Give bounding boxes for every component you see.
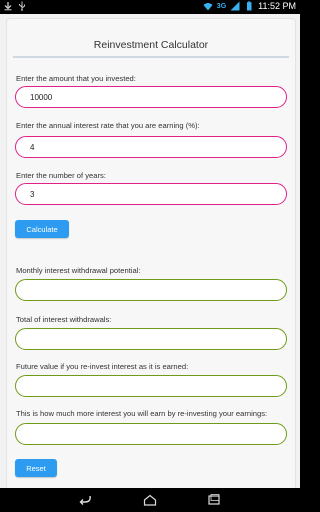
- clock: 11:52 PM: [258, 1, 296, 11]
- battery-icon: [247, 1, 252, 11]
- years-label: Enter the number of years:: [16, 171, 106, 180]
- title-divider: [13, 56, 289, 58]
- monthly-withdrawal-output[interactable]: [15, 279, 287, 301]
- years-value: 3: [30, 190, 35, 199]
- monthly-withdrawal-label: Monthly interest withdrawal potential:: [16, 266, 141, 275]
- years-input[interactable]: 3: [15, 183, 287, 205]
- home-icon[interactable]: [143, 494, 157, 506]
- wifi-icon: [203, 3, 213, 11]
- extra-interest-output[interactable]: [15, 423, 287, 445]
- interest-rate-value: 4: [30, 143, 35, 152]
- future-value-label: Future value if you re-invest interest a…: [16, 362, 189, 371]
- amount-input[interactable]: 10000: [15, 86, 287, 108]
- app-screen: Reinvestment Calculator Enter the amount…: [0, 14, 300, 500]
- amount-value: 10000: [30, 93, 53, 102]
- future-value-output[interactable]: [15, 375, 287, 397]
- recents-icon[interactable]: [207, 494, 221, 506]
- amount-label: Enter the amount that you invested:: [16, 74, 136, 83]
- interest-rate-label: Enter the annual interest rate that you …: [16, 121, 200, 130]
- usb-icon: [19, 1, 25, 11]
- total-withdrawals-label: Total of interest withdrawals:: [16, 315, 112, 324]
- download-icon: [4, 2, 12, 11]
- calculator-card: Reinvestment Calculator Enter the amount…: [6, 18, 296, 500]
- signal-icon: [230, 1, 240, 11]
- page-title: Reinvestment Calculator: [93, 39, 209, 51]
- extra-interest-label: This is how much more interest you will …: [16, 409, 268, 418]
- network-type-label: 3G: [216, 2, 227, 10]
- interest-rate-input[interactable]: 4: [15, 136, 287, 158]
- navigation-bar: [0, 488, 300, 512]
- calculate-button[interactable]: Calculate: [15, 220, 69, 238]
- reset-button[interactable]: Reset: [15, 459, 57, 477]
- status-bar: 3G 11:52 PM: [0, 0, 300, 14]
- back-icon[interactable]: [78, 494, 92, 506]
- total-withdrawals-output[interactable]: [15, 328, 287, 350]
